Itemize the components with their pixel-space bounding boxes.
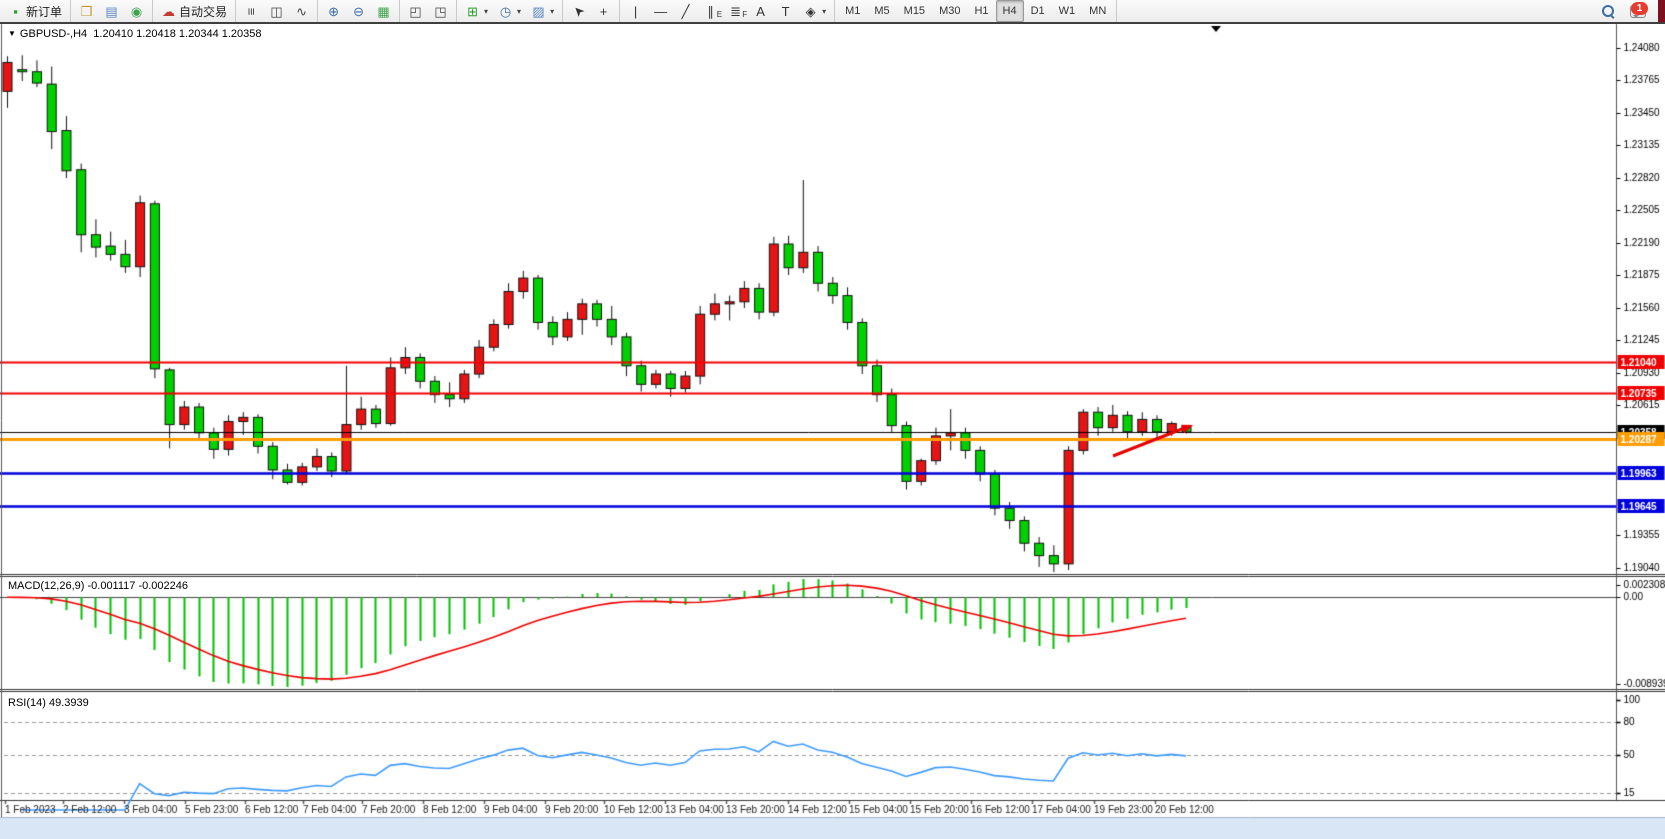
timeframe-button-m1[interactable]: M1 <box>838 0 867 22</box>
price-chart-canvas[interactable] <box>0 0 1665 839</box>
notifications-button[interactable]: 1 <box>1625 0 1651 22</box>
rsi-value: 49.3939 <box>49 697 89 709</box>
toolbar-group: ⊕ ⊖ ▦ <box>318 0 400 22</box>
terminal-window: ▪新订单❒▤◉☁自动交易≡◫∿⊕⊖▦◰◳⊞▾◷▾▨▾➤+|—╱∥E≣FAT◈▾M… <box>0 0 1665 839</box>
signal-icon: ◉ <box>129 4 144 19</box>
search-icon <box>1602 5 1614 17</box>
timeframe-button-h4[interactable]: H4 <box>996 0 1024 22</box>
hline-icon: — <box>653 4 668 19</box>
timeframe-button-h1[interactable]: H1 <box>967 0 995 22</box>
toolbar-group: ☁自动交易 <box>153 0 236 22</box>
toolbar-group: ▪新订单 <box>0 0 71 22</box>
tline-icon: ╱ <box>678 4 693 19</box>
autotrading-button[interactable]: ☁自动交易 <box>156 0 232 22</box>
channel-icon: ∥E <box>703 4 718 19</box>
icon-subscript: E <box>717 7 722 22</box>
window-corner-decoration <box>1658 0 1665 22</box>
macd-indicator-label: MACD(12,26,9) -0.001117 -0.002246 <box>8 580 188 592</box>
equidistant-channel-tool[interactable]: ∥E <box>698 0 723 22</box>
cursor-tool-button[interactable]: ➤ <box>566 0 591 22</box>
rsi-name: RSI(14) <box>8 697 46 709</box>
dropdown-caret-icon: ▾ <box>822 7 826 16</box>
textT-icon: T <box>778 4 793 19</box>
zoom-out-button[interactable]: ⊖ <box>346 0 371 22</box>
crosshair-icon: + <box>596 4 611 19</box>
icon-subscript: F <box>742 7 747 22</box>
toolbar-group: ≡ ◫ ∿ <box>236 0 318 22</box>
template-icon: ▨ <box>531 4 546 19</box>
chevron-down-icon: ▼ <box>8 29 16 38</box>
search-button[interactable] <box>1597 0 1619 22</box>
macd-values: -0.001117 -0.002246 <box>87 580 188 592</box>
toolbar-group: ◰◳ <box>400 0 457 22</box>
toolbar-group: ❒ ▤ ◉ <box>71 0 153 22</box>
text-label-tool[interactable]: T <box>773 0 798 22</box>
toolbar-right-tools: 1 <box>1594 0 1665 22</box>
rsi-indicator-label: RSI(14) 49.3939 <box>8 697 89 709</box>
new-order-button[interactable]: ▪新订单 <box>3 0 67 22</box>
arr2-icon: ◳ <box>433 4 448 19</box>
templates-button[interactable]: ▨▾ <box>526 0 559 22</box>
timeframe-button-m30[interactable]: M30 <box>932 0 967 22</box>
notification-badge: 1 <box>1631 2 1648 15</box>
book-icon: ❒ <box>79 4 94 19</box>
macd-name: MACD(12,26,9) <box>8 580 84 592</box>
signals-button[interactable]: ◉ <box>124 0 149 22</box>
timeframe-button-m5[interactable]: M5 <box>867 0 896 22</box>
shapes-tool[interactable]: ◈▾ <box>798 0 831 22</box>
timeframe-button-mn[interactable]: MN <box>1082 0 1113 22</box>
candlestick-mode-button[interactable]: ◫ <box>264 0 289 22</box>
autotrade-icon: ☁ <box>161 4 176 19</box>
textA-icon: A <box>753 4 768 19</box>
dropdown-caret-icon: ▾ <box>517 7 521 16</box>
newchart-icon: ⊞ <box>465 4 480 19</box>
crosshair-tool-button[interactable]: + <box>591 0 616 22</box>
toolbar-group: |—╱∥E≣FAT◈▾ <box>620 0 835 22</box>
timeframe-button-w1[interactable]: W1 <box>1052 0 1083 22</box>
neworder-icon: ▪ <box>8 4 23 19</box>
dropdown-caret-icon: ▾ <box>484 7 488 16</box>
chart-ohlc-values: 1.20410 1.20418 1.20344 1.20358 <box>93 28 261 40</box>
candles-icon: ◫ <box>269 4 284 19</box>
timeframe-button-m15[interactable]: M15 <box>897 0 932 22</box>
shapes-icon: ◈ <box>803 4 818 19</box>
bars-icon: ≡ <box>244 4 259 19</box>
dropdown-caret-icon: ▾ <box>550 7 554 16</box>
tiles-icon: ▦ <box>376 4 391 19</box>
horizontal-line-tool[interactable]: — <box>648 0 673 22</box>
chart-symbol-period: GBPUSD-,H4 <box>20 28 87 40</box>
main-toolbar: ▪新订单❒▤◉☁自动交易≡◫∿⊕⊖▦◰◳⊞▾◷▾▨▾➤+|—╱∥E≣FAT◈▾M… <box>0 0 1665 24</box>
zoomout-icon: ⊖ <box>351 4 366 19</box>
cascade-charts-button[interactable]: ◳ <box>428 0 453 22</box>
timeframe-button-d1[interactable]: D1 <box>1024 0 1052 22</box>
chart-title: ▼ GBPUSD-,H4 1.20410 1.20418 1.20344 1.20… <box>8 28 262 40</box>
text-tool[interactable]: A <box>748 0 773 22</box>
fibonacci-tool[interactable]: ≣F <box>723 0 748 22</box>
symbols-book-button[interactable]: ❒ <box>74 0 99 22</box>
periods-button[interactable]: ◷▾ <box>493 0 526 22</box>
vline-icon: | <box>628 4 643 19</box>
trendline-tool[interactable]: ╱ <box>673 0 698 22</box>
clock-icon: ◷ <box>498 4 513 19</box>
arr1-icon: ◰ <box>408 4 423 19</box>
cursor-icon: ➤ <box>568 0 589 21</box>
market-depth-button[interactable]: ▤ <box>99 0 124 22</box>
bar-chart-mode-button[interactable]: ≡ <box>239 0 264 22</box>
line-chart-mode-button[interactable]: ∿ <box>289 0 314 22</box>
tile-windows-button[interactable]: ▦ <box>371 0 396 22</box>
toolbar-group: ➤+ <box>563 0 620 22</box>
fibo-icon: ≣F <box>728 4 743 19</box>
new-order-button-label: 新订单 <box>26 3 62 20</box>
zoom-in-button[interactable]: ⊕ <box>321 0 346 22</box>
autotrading-button-label: 自动交易 <box>179 3 227 20</box>
toolbar-group: ⊞▾◷▾▨▾ <box>457 0 563 22</box>
vertical-line-tool[interactable]: | <box>623 0 648 22</box>
linemode-icon: ∿ <box>294 4 309 19</box>
depth-icon: ▤ <box>104 4 119 19</box>
new-chart-button[interactable]: ⊞▾ <box>460 0 493 22</box>
arrange-charts-button[interactable]: ◰ <box>403 0 428 22</box>
zoomin-icon: ⊕ <box>326 4 341 19</box>
timeframe-toolbar: M1M5M15M30H1H4D1W1MN <box>835 0 1117 22</box>
